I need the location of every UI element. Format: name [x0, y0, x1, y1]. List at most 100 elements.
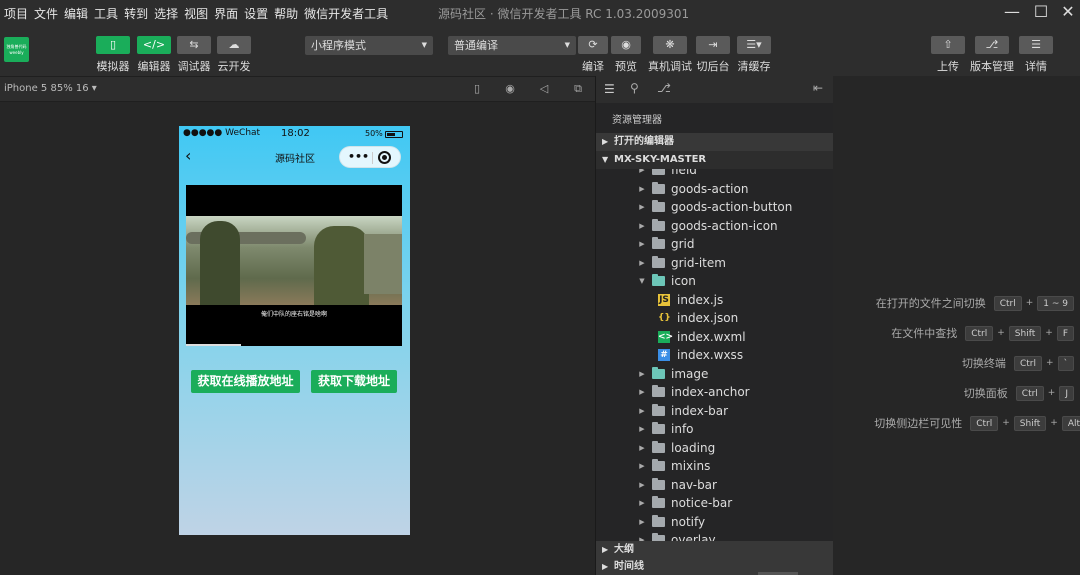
mode-select[interactable]: 小程序模式 ▼ [305, 36, 433, 55]
tree-item[interactable]: ▶ info [636, 420, 694, 438]
phone-icon[interactable]: ▯ [470, 82, 484, 96]
chevron-right-icon[interactable]: ▶ [636, 402, 648, 420]
cloud-label: 云开发 [217, 60, 251, 73]
outline-section[interactable]: ▶ 大纲 [596, 541, 833, 559]
chevron-right-icon[interactable]: ▶ [636, 457, 648, 475]
tree-item-label: index-bar [671, 403, 729, 418]
popout-icon[interactable]: ⧉ [571, 82, 585, 96]
get-download-url-button[interactable]: 获取下载地址 [311, 370, 397, 393]
target-icon[interactable] [378, 151, 391, 164]
folder-icon [652, 169, 665, 175]
compile-button[interactable]: ⟳ [578, 36, 608, 54]
plus-sign: + [1045, 358, 1054, 368]
tree-item[interactable]: ▶ mixins [636, 457, 710, 475]
editor-button[interactable]: </> [137, 36, 171, 54]
get-play-url-button[interactable]: 获取在线播放地址 [191, 370, 300, 393]
chevron-right-icon[interactable]: ▶ [636, 383, 648, 401]
chevron-right-icon[interactable]: ▶ [636, 180, 648, 198]
tree-item[interactable]: ▶ image [636, 365, 708, 383]
upload-button[interactable]: ⇧ [931, 36, 965, 54]
tree-item[interactable]: ▶ field [636, 169, 697, 179]
git-icon[interactable]: ⎇ [657, 81, 671, 95]
version-button[interactable]: ⎇ [975, 36, 1009, 54]
mode-select-value: 小程序模式 [311, 39, 366, 52]
open-editors-section[interactable]: ▶ 打开的编辑器 [596, 133, 833, 151]
tree-item[interactable]: # index.wxss [658, 346, 743, 364]
chevron-right-icon[interactable]: ▶ [636, 420, 648, 438]
chevron-down-icon: ▼ [421, 41, 427, 49]
tree-item[interactable]: <> index.wxml [658, 328, 746, 346]
menu-goto[interactable]: 转到 [121, 5, 151, 22]
chevron-right-icon[interactable]: ▶ [636, 169, 648, 179]
preview-button[interactable]: ◉ [611, 36, 641, 54]
chevron-right-icon[interactable]: ▶ [636, 476, 648, 494]
menu-tools[interactable]: 工具 [91, 5, 121, 22]
details-button[interactable]: ☰ [1019, 36, 1053, 54]
cloud-button[interactable]: ☁ [217, 36, 251, 54]
capsule-menu[interactable]: ••• [339, 146, 401, 168]
remote-debug-button[interactable]: ❋ [653, 36, 687, 54]
timeline-label: 时间线 [614, 561, 644, 572]
sound-icon[interactable]: ◁ [537, 82, 551, 96]
project-section[interactable]: ▼ MX-SKY-MASTER [596, 151, 833, 169]
video-progress[interactable] [186, 344, 241, 346]
chevron-right-icon[interactable]: ▶ [636, 198, 648, 216]
chevron-right-icon[interactable]: ▶ [636, 254, 648, 272]
tree-item[interactable]: ▶ index-bar [636, 402, 728, 420]
collapse-panel-icon[interactable]: ⇤ [813, 81, 823, 95]
chevron-right-icon[interactable]: ▶ [636, 513, 648, 531]
tree-item[interactable]: ▶ loading [636, 439, 715, 457]
menu-select[interactable]: 选择 [151, 5, 181, 22]
menu-view[interactable]: 视图 [181, 5, 211, 22]
clear-cache-button[interactable]: ☰▾ [737, 36, 771, 54]
tree-item[interactable]: ▶ goods-action-button [636, 198, 792, 216]
wxss-file-icon: # [658, 349, 670, 361]
simulator-bar: iPhone 5 85% 16 ▾ ▯ ◉ ◁ ⧉ [0, 76, 595, 102]
tree-item[interactable]: ▶ goods-action-icon [636, 217, 778, 235]
maximize-icon[interactable]: ☐ [1027, 0, 1055, 26]
device-select[interactable]: iPhone 5 85% 16 ▾ [4, 83, 97, 94]
menu-devtools[interactable]: 微信开发者工具 [301, 5, 391, 22]
chevron-down-icon[interactable]: ▼ [636, 272, 648, 290]
chevron-right-icon: ▶ [602, 545, 609, 554]
debug-icon: ⇆ [189, 38, 199, 51]
chevron-right-icon[interactable]: ▶ [636, 439, 648, 457]
tree-item[interactable]: {} index.json [658, 309, 738, 327]
tree-item[interactable]: ▼ icon [636, 272, 696, 290]
menu-settings[interactable]: 设置 [241, 5, 271, 22]
minimize-icon[interactable]: — [998, 0, 1026, 26]
chevron-right-icon[interactable]: ▶ [636, 217, 648, 235]
tree-item[interactable]: ▶ notice-bar [636, 494, 732, 512]
menu-edit[interactable]: 编辑 [61, 5, 91, 22]
key-cap: Ctrl [993, 295, 1022, 311]
tree-item[interactable]: ▶ goods-action [636, 180, 748, 198]
tree-item[interactable]: ▶ notify [636, 513, 705, 531]
menu-file[interactable]: 文件 [31, 5, 61, 22]
tree-item[interactable]: ▶ overlay [636, 531, 716, 541]
more-icon[interactable]: ••• [348, 150, 369, 163]
tree-item[interactable]: ▶ nav-bar [636, 476, 717, 494]
tree-item[interactable]: ▶ index-anchor [636, 383, 750, 401]
tree-item[interactable]: ▶ grid-item [636, 254, 726, 272]
video-player[interactable]: 俺们中队的座右铭是啥啊 [186, 185, 402, 346]
simulator-button[interactable]: ▯ [96, 36, 130, 54]
menu-interface[interactable]: 界面 [211, 5, 241, 22]
chevron-right-icon[interactable]: ▶ [636, 365, 648, 383]
close-icon[interactable]: ✕ [1054, 0, 1080, 26]
record-icon[interactable]: ◉ [503, 82, 517, 96]
list-icon[interactable]: ☰ [604, 82, 615, 96]
folder-icon [652, 200, 665, 212]
compile-select[interactable]: 普通编译 ▼ [448, 36, 576, 55]
chevron-right-icon[interactable]: ▶ [636, 531, 648, 541]
menu-help[interactable]: 帮助 [271, 5, 301, 22]
back-icon[interactable]: ‹ [185, 146, 191, 165]
chevron-right-icon[interactable]: ▶ [636, 235, 648, 253]
debugger-button[interactable]: ⇆ [177, 36, 211, 54]
menu-project[interactable]: 项目 [0, 5, 31, 22]
chevron-right-icon[interactable]: ▶ [636, 494, 648, 512]
tree-item-label: icon [671, 274, 696, 288]
search-icon[interactable]: ⚲ [630, 81, 639, 95]
tree-item[interactable]: JS index.js [658, 291, 723, 309]
tree-item[interactable]: ▶ grid [636, 235, 695, 253]
background-button[interactable]: ⇥ [696, 36, 730, 54]
